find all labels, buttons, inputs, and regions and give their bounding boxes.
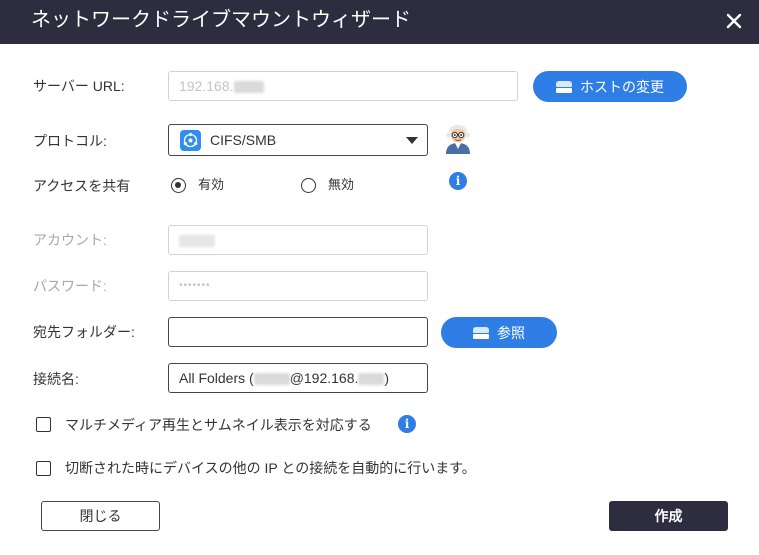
redacted-text <box>233 81 264 94</box>
browse-label: 参照 <box>497 324 525 341</box>
title-bar: ネットワークドライブマウントウィザード <box>0 0 759 44</box>
redacted-text <box>358 373 385 386</box>
chevron-down-icon <box>406 137 418 144</box>
close-icon[interactable] <box>723 10 745 32</box>
storage-icon <box>556 80 572 93</box>
redacted-text <box>179 235 215 248</box>
server-url-value: 192.168. <box>179 78 234 94</box>
radio-disabled-label: 無効 <box>328 177 355 192</box>
account-label: アカウント: <box>33 232 107 248</box>
connection-name-label: 接続名: <box>33 371 79 387</box>
change-host-label: ホストの変更 <box>580 78 664 95</box>
reconnect-checkbox[interactable] <box>36 461 51 476</box>
connection-name-field[interactable]: All Folders ( @192.168.) <box>168 363 428 393</box>
protocol-select[interactable]: CIFS/SMB <box>168 124 428 156</box>
radio-disabled[interactable] <box>301 178 316 193</box>
browse-button[interactable]: 参照 <box>441 317 557 348</box>
create-button[interactable]: 作成 <box>609 501 728 531</box>
info-icon[interactable]: i <box>449 172 467 190</box>
helper-avatar-icon <box>443 122 473 154</box>
connection-name-prefix: All Folders ( <box>179 370 254 386</box>
destination-field[interactable] <box>168 317 428 347</box>
change-host-button[interactable]: ホストの変更 <box>533 71 687 102</box>
close-button[interactable]: 閉じる <box>41 501 160 531</box>
destination-label: 宛先フォルダー: <box>33 324 135 340</box>
protocol-label: プロトコル: <box>33 133 107 149</box>
redacted-text <box>253 373 290 386</box>
connection-name-suffix: ) <box>384 370 390 386</box>
share-access-label: アクセスを共有 <box>33 178 131 194</box>
password-field[interactable]: ••••••• <box>168 271 428 301</box>
window-title: ネットワークドライブマウントウィザード <box>31 9 411 31</box>
radio-enabled-label: 有効 <box>198 177 225 192</box>
multimedia-checkbox-label: マルチメディア再生とサムネイル表示を対応する <box>65 417 372 433</box>
account-field[interactable] <box>168 225 428 255</box>
info-icon[interactable]: i <box>398 415 416 433</box>
server-url-field[interactable]: 192.168. <box>168 71 518 101</box>
storage-icon <box>473 326 489 339</box>
password-label: パスワード: <box>33 278 107 294</box>
server-url-label: サーバー URL: <box>33 78 125 94</box>
radio-enabled[interactable] <box>171 178 186 193</box>
connection-name-middle: @192.168. <box>289 370 359 386</box>
multimedia-checkbox[interactable] <box>36 417 51 432</box>
protocol-selected: CIFS/SMB <box>210 132 277 148</box>
reconnect-checkbox-label: 切断された時にデバイスの他の IP との接続を自動的に行います。 <box>65 460 476 476</box>
smb-icon <box>180 130 201 151</box>
